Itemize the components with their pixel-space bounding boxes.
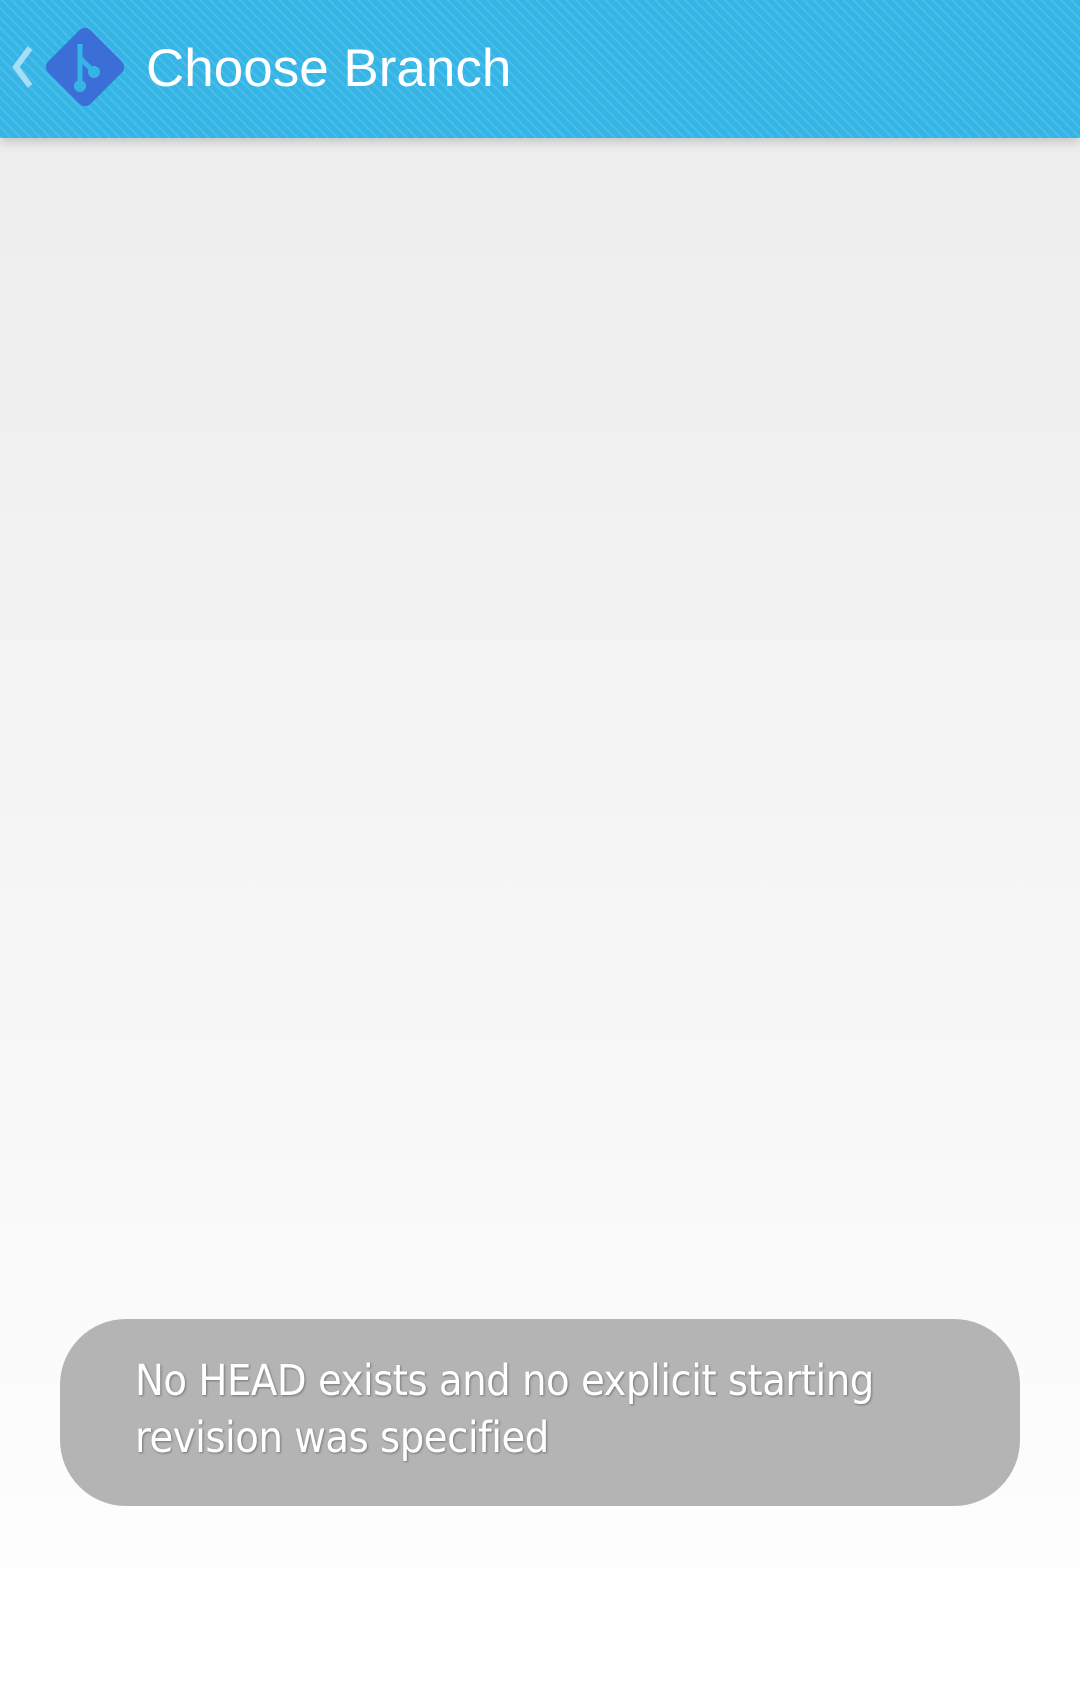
action-bar: Choose Branch: [0, 0, 1080, 138]
up-navigation-button[interactable]: [0, 0, 140, 138]
git-logo-icon: [45, 27, 125, 107]
toast-notification: No HEAD exists and no explicit starting …: [60, 1319, 1020, 1506]
chevron-left-icon: [12, 46, 33, 88]
page-title: Choose Branch: [146, 39, 512, 98]
toast-message: No HEAD exists and no explicit starting …: [135, 1356, 874, 1463]
